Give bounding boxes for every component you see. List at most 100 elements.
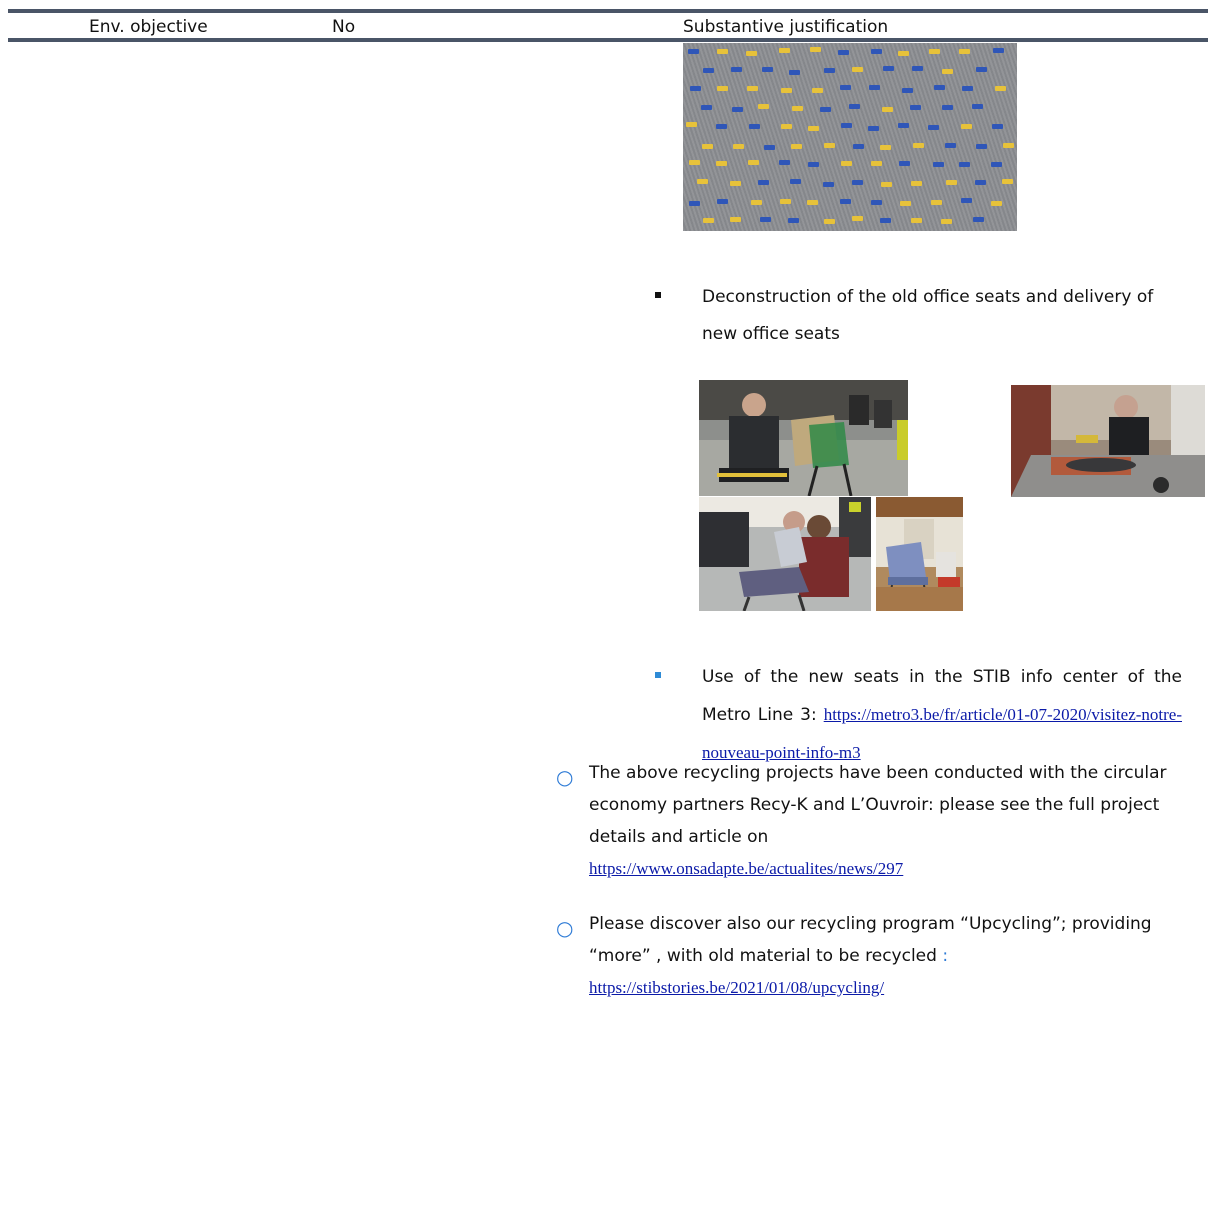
- fabric-pattern-mark: [852, 179, 864, 185]
- table-header-top-rule: [8, 9, 1208, 13]
- fabric-pattern-mark: [942, 68, 954, 74]
- upcycling-colon: :: [942, 946, 949, 966]
- fabric-pattern-mark: [1002, 142, 1014, 148]
- fabric-pattern-mark: [852, 216, 864, 222]
- fabric-pattern-mark: [807, 162, 819, 168]
- header-no: No: [332, 17, 356, 37]
- fabric-pattern-mark: [960, 124, 972, 130]
- fabric-pattern-mark: [991, 123, 1003, 129]
- fabric-pattern-mark: [897, 122, 909, 128]
- fabric-pattern-mark: [822, 182, 834, 187]
- fabric-pattern-mark: [730, 180, 742, 186]
- fabric-pattern-mark: [716, 85, 728, 91]
- fabric-pattern-mark: [702, 143, 714, 149]
- fabric-pattern-mark: [961, 86, 973, 92]
- fabric-pattern-mark: [697, 178, 709, 184]
- fabric-pattern-mark: [933, 84, 945, 90]
- fabric-pattern-mark: [746, 50, 758, 56]
- fabric-pattern-mark: [975, 180, 987, 186]
- fabric-pattern-mark: [973, 216, 985, 222]
- fabric-pattern-mark: [880, 218, 892, 224]
- fabric-pattern-mark: [732, 106, 744, 112]
- fabric-pattern-mark: [788, 69, 800, 75]
- fabric-pattern-mark: [763, 144, 775, 150]
- fabric-pattern-mark: [747, 159, 759, 165]
- fabric-pattern-mark: [870, 161, 882, 167]
- fabric-pattern-mark: [910, 105, 922, 111]
- fabric-pattern-mark: [931, 199, 943, 205]
- fabric-pattern-mark: [780, 198, 792, 204]
- fabric-pattern-mark: [867, 125, 879, 131]
- stibstories-link[interactable]: https://stibstories.be/2021/01/08/upcycl…: [589, 978, 884, 997]
- fabric-pattern-mark: [880, 181, 892, 187]
- fabric-pattern-mark: [941, 105, 953, 111]
- fabric-pattern-mark: [879, 144, 891, 150]
- fabric-pattern-mark: [702, 67, 714, 73]
- fabric-pattern-mark: [823, 67, 835, 73]
- fabric-pattern-mark: [959, 161, 971, 167]
- fabric-pattern-mark: [992, 48, 1004, 54]
- fabric-pattern-mark: [748, 123, 760, 129]
- fabric-pattern-mark: [944, 143, 956, 148]
- fabric-sample-photo: [683, 43, 1017, 231]
- fabric-pattern-mark: [790, 178, 802, 184]
- fabric-pattern-mark: [941, 218, 953, 224]
- fabric-pattern-mark: [959, 48, 971, 54]
- worker-assembling-chair-photo: [699, 380, 908, 496]
- fabric-pattern-mark: [869, 85, 881, 91]
- fabric-pattern-mark: [960, 197, 972, 203]
- fabric-pattern-mark: [899, 200, 911, 206]
- fabric-pattern-mark: [717, 198, 729, 204]
- fabric-pattern-mark: [746, 85, 758, 91]
- fabric-pattern-mark: [870, 48, 882, 54]
- fabric-pattern-mark: [757, 104, 769, 110]
- fabric-pattern-mark: [823, 143, 835, 149]
- fabric-pattern-mark: [702, 217, 714, 223]
- fabric-pattern-mark: [807, 200, 819, 206]
- fabric-pattern-mark: [1001, 179, 1013, 185]
- fabric-pattern-mark: [840, 198, 852, 204]
- fabric-pattern-mark: [762, 67, 774, 73]
- fabric-pattern-mark: [913, 142, 925, 148]
- fabric-pattern-mark: [901, 87, 913, 93]
- fabric-pattern-mark: [898, 161, 910, 167]
- fabric-pattern-mark: [716, 48, 728, 54]
- fabric-pattern-mark: [687, 49, 699, 55]
- fabric-pattern-mark: [852, 67, 864, 73]
- fabric-pattern-mark: [883, 66, 895, 72]
- fabric-pattern-mark: [911, 218, 922, 224]
- fabric-pattern-mark: [849, 103, 861, 109]
- fabric-pattern-mark: [945, 180, 957, 186]
- fabric-pattern-mark: [780, 124, 792, 129]
- deconstruction-text: Deconstruction of the old office seats a…: [702, 287, 1154, 344]
- upcycling-text: Please discover also our recycling progr…: [589, 914, 1152, 966]
- header-substantive-justification: Substantive justification: [683, 17, 889, 37]
- fabric-pattern-mark: [810, 47, 822, 53]
- fabric-pattern-mark: [791, 143, 803, 149]
- fabric-pattern-mark: [688, 201, 700, 207]
- onsadapte-link[interactable]: https://www.onsadapte.be/actualites/news…: [589, 859, 903, 878]
- fabric-pattern-mark: [840, 84, 852, 90]
- fabric-pattern-mark: [928, 48, 940, 54]
- fabric-pattern-mark: [751, 199, 763, 205]
- fabric-pattern-mark: [781, 88, 793, 94]
- fabric-pattern-mark: [910, 181, 922, 187]
- recycling-paragraph: The above recycling projects have been c…: [589, 757, 1189, 885]
- fabric-pattern-mark: [758, 180, 770, 186]
- fabric-pattern-mark: [685, 122, 697, 128]
- use-new-seats-paragraph: Use of the new seats in the STIB info ce…: [702, 659, 1182, 772]
- fabric-pattern-mark: [972, 104, 984, 110]
- fabric-pattern-mark: [778, 48, 790, 54]
- fabric-pattern-mark: [994, 86, 1006, 92]
- fabric-pattern-mark: [838, 49, 850, 55]
- fabric-pattern-mark: [840, 123, 852, 129]
- fabric-pattern-mark: [928, 124, 940, 130]
- fabric-pattern-mark: [811, 87, 823, 93]
- fabric-pattern-mark: [715, 123, 727, 129]
- circle-bullet-icon: ○: [556, 916, 574, 940]
- fabric-pattern-mark: [730, 216, 741, 222]
- worker-at-workbench-photo: [1011, 385, 1205, 497]
- upcycling-paragraph: Please discover also our recycling progr…: [589, 908, 1189, 1004]
- fabric-pattern-mark: [975, 143, 987, 149]
- fabric-pattern-mark: [882, 106, 894, 112]
